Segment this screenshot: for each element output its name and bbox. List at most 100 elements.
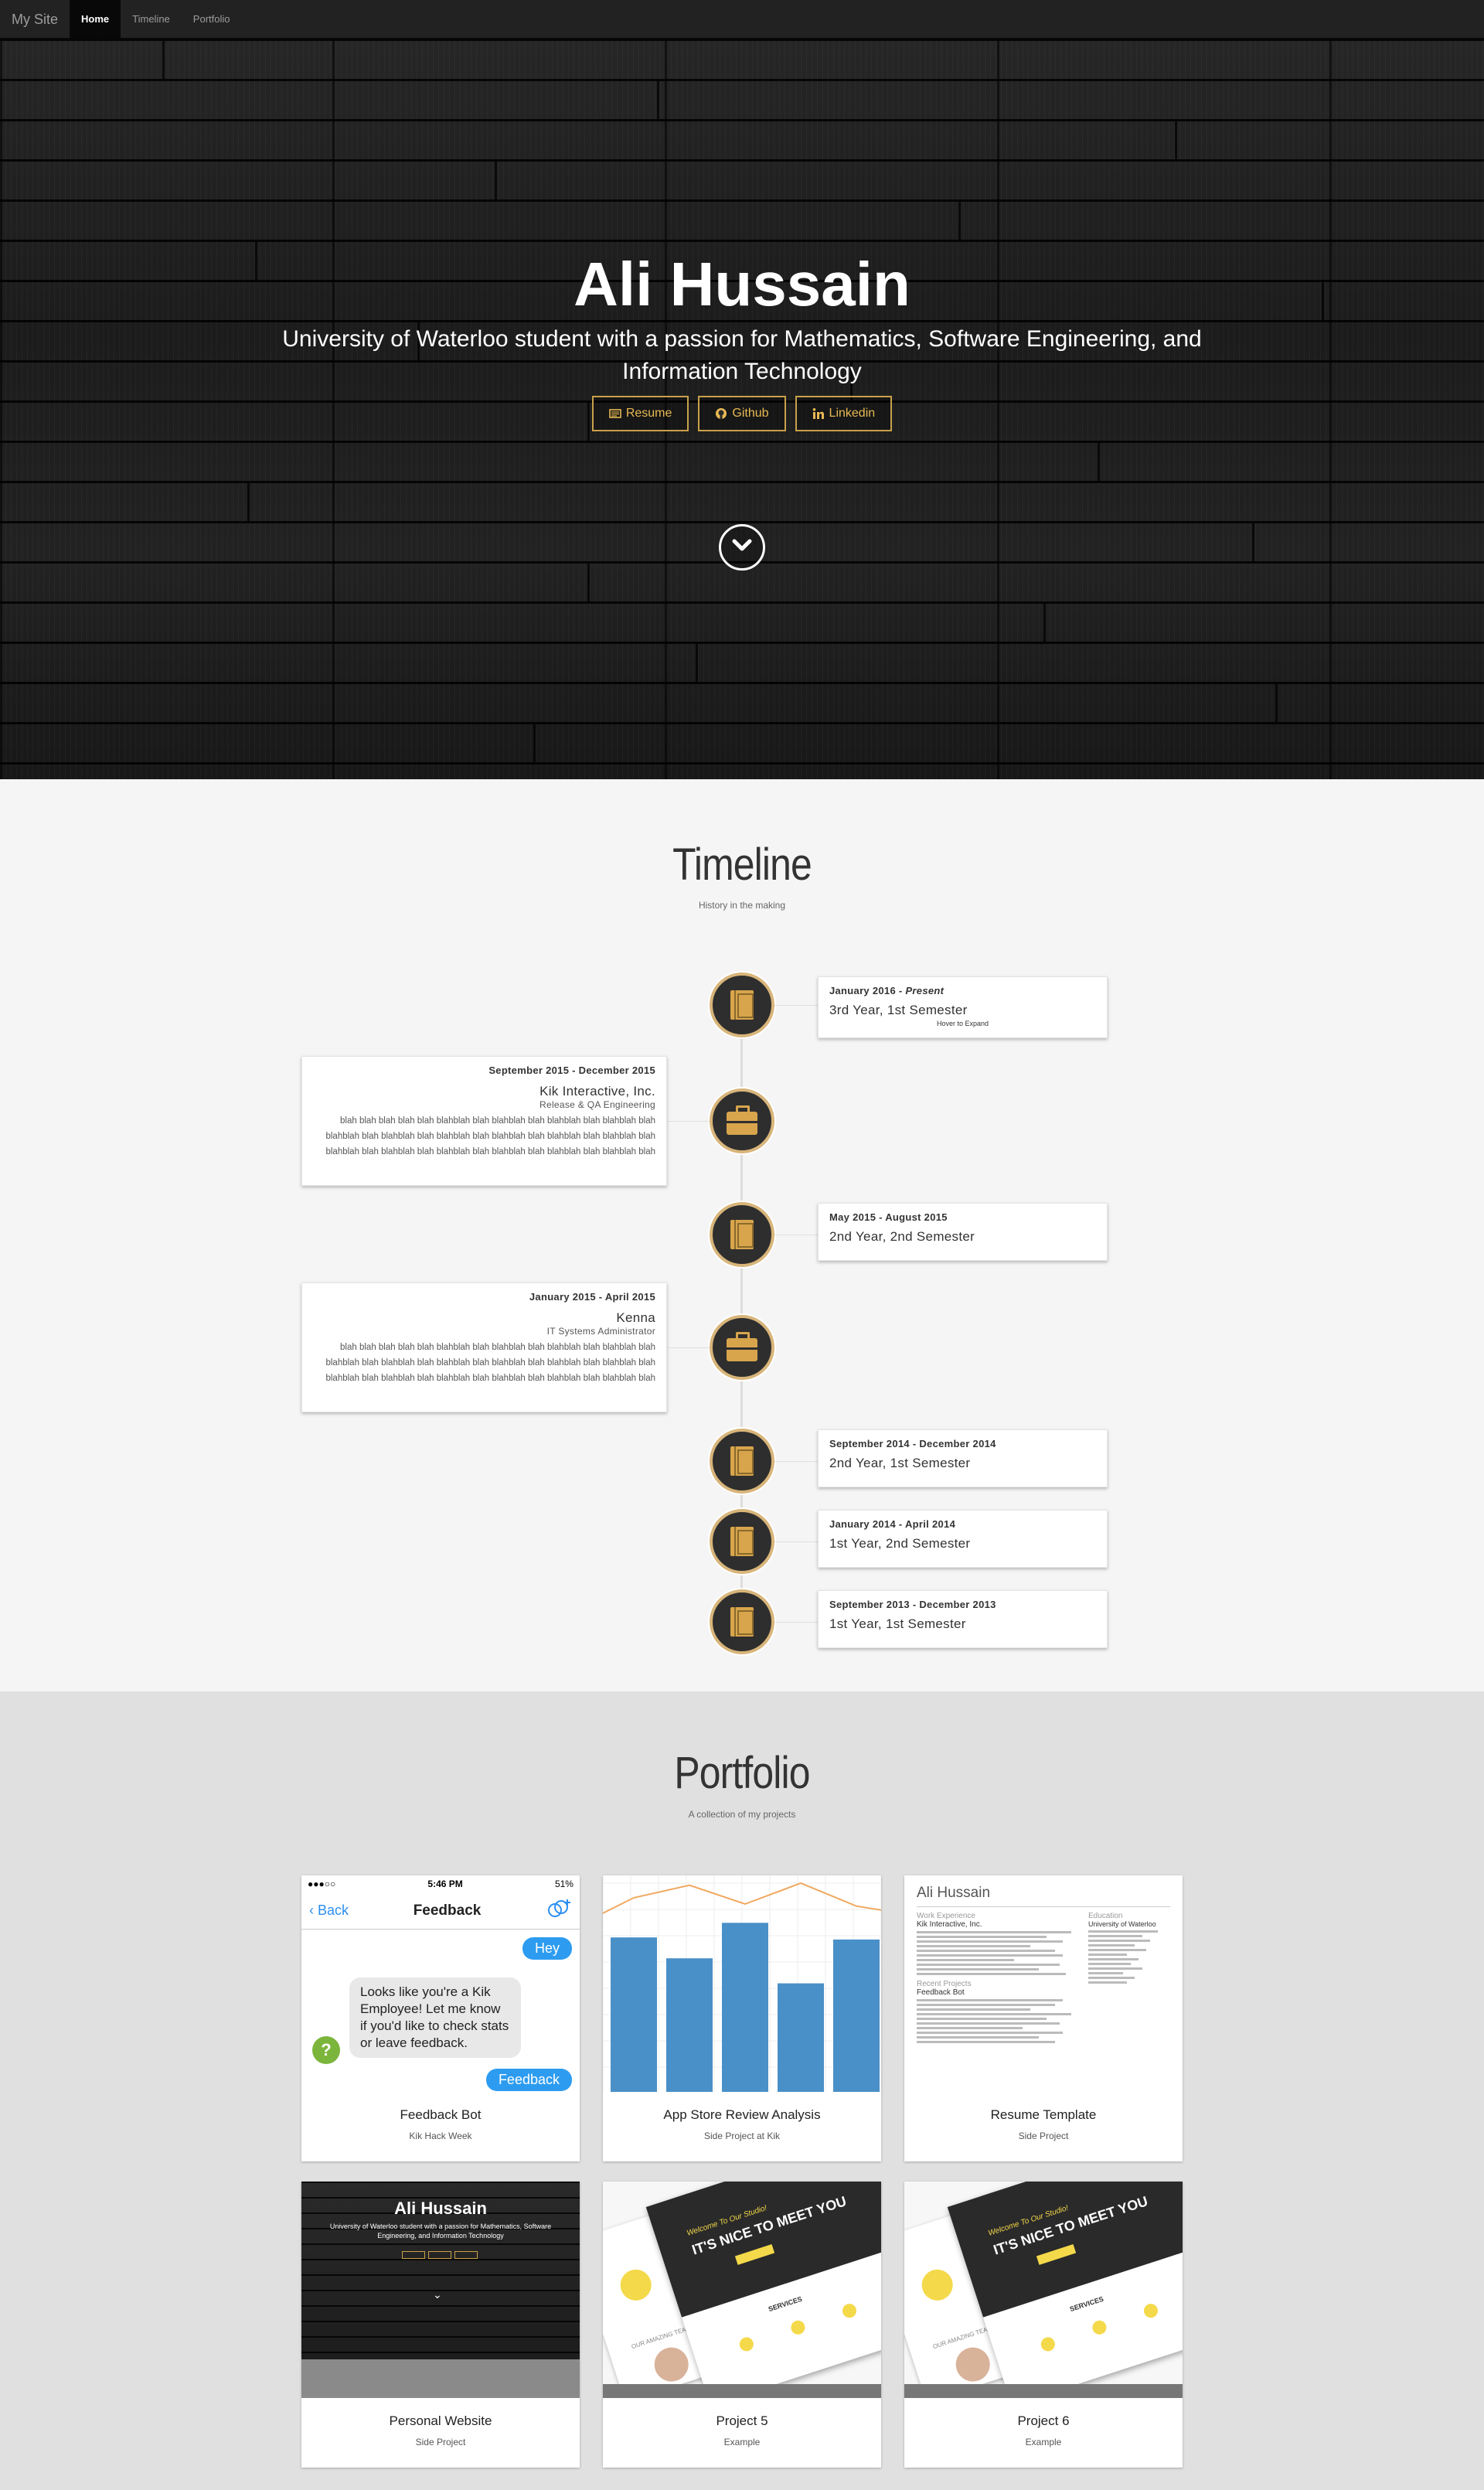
battery-indicator: 51% <box>554 1879 574 1889</box>
linkedin-button[interactable]: Linkedin <box>795 396 893 431</box>
wood-seam <box>1252 523 1254 561</box>
timeline-heading: 1st Year, 1st Semester <box>829 1616 966 1631</box>
back-button: ‹ Back <box>309 1902 349 1918</box>
resume-section-heading: Recent Projects <box>917 1980 972 1988</box>
add-user-icon <box>546 1898 572 1923</box>
wood-seam <box>587 564 590 601</box>
timeline-node <box>710 972 774 1037</box>
timeline-node <box>710 1202 774 1267</box>
project-subtitle: Kik Hack Week <box>409 2131 472 2141</box>
site-buttons <box>402 2251 478 2259</box>
hero-section: Ali Hussain University of Waterloo stude… <box>0 39 1484 779</box>
wood-seam <box>533 724 536 762</box>
timeline-card[interactable]: September 2015 - December 2015 Kik Inter… <box>301 1056 667 1186</box>
divider <box>917 1906 1170 1907</box>
chat-header: ‹ Back Feedback <box>301 1892 580 1930</box>
timeline-card[interactable]: January 2016 - Present 3rd Year, 1st Sem… <box>818 976 1108 1038</box>
project-subtitle: Example <box>723 2437 761 2447</box>
status-time: 5:46 PM <box>427 1879 463 1889</box>
nav-item-timeline[interactable]: Timeline <box>121 0 182 39</box>
timeline-connector <box>774 1461 818 1462</box>
message-bubble-sent: Feedback <box>485 2069 572 2091</box>
portfolio-card[interactable]: Ali Hussain Work Experience Kik Interact… <box>904 1875 1183 2161</box>
bar-chart <box>603 1875 881 2092</box>
chart-bar <box>666 1958 713 2092</box>
project-title: Resume Template <box>990 2107 1097 2122</box>
nav-item-portfolio[interactable]: Portfolio <box>182 0 242 39</box>
timeline-connector <box>774 1005 818 1006</box>
timeline-connector <box>774 1622 818 1623</box>
wood-seam <box>1098 443 1100 481</box>
portfolio-card[interactable]: OUR AMAZING TEAM Welcome To Our Studio! … <box>904 2182 1183 2468</box>
project-title: Project 5 <box>716 2413 768 2428</box>
wood-seam <box>657 81 659 119</box>
hero-buttons: Resume Github Linkedin <box>0 396 1484 431</box>
resume-button[interactable]: Resume <box>591 396 689 431</box>
site-subtitle: University of Waterloo student with a pa… <box>329 2223 552 2240</box>
timeline-section: Timeline History in the making January 2… <box>0 779 1484 1691</box>
portfolio-card[interactable]: App Store Review Analysis Side Project a… <box>603 1875 881 2161</box>
timeline-card[interactable]: May 2015 - August 2015 2nd Year, 2nd Sem… <box>818 1203 1108 1261</box>
book-icon <box>730 1527 754 1556</box>
linkedin-button-label: Linkedin <box>829 407 876 420</box>
github-button[interactable]: Github <box>698 396 786 431</box>
briefcase-icon <box>727 1332 757 1361</box>
project-subtitle: Side Project <box>1018 2131 1069 2141</box>
book-icon <box>730 990 754 1020</box>
wood-seam <box>247 483 250 521</box>
resume-company: Kik Interactive, Inc. <box>917 1920 982 1929</box>
timeline-node <box>710 1509 774 1574</box>
timeline-node <box>710 1315 774 1380</box>
timeline-date: January 2014 - April 2014 <box>829 1518 956 1530</box>
timeline-heading: 1st Year, 2nd Semester <box>829 1536 971 1551</box>
timeline-card[interactable]: January 2015 - April 2015 Kenna IT Syste… <box>301 1282 667 1412</box>
resume-name: Ali Hussain <box>917 1885 991 1901</box>
resume-school: University of Waterloo <box>1088 1920 1156 1928</box>
chart-bar <box>833 1939 880 2092</box>
project-mockup-thumbnail: OUR AMAZING TEAM Welcome To Our Studio! … <box>904 2182 1183 2398</box>
site-brand[interactable]: My Site <box>0 0 70 39</box>
wood-seam <box>1275 684 1278 722</box>
timeline-connector <box>667 1121 710 1122</box>
project-subtitle: Side Project <box>415 2437 466 2447</box>
project-title: Feedback Bot <box>400 2107 482 2122</box>
timeline-heading: Kik Interactive, Inc. <box>539 1084 655 1099</box>
timeline-date: September 2014 - December 2014 <box>829 1438 996 1449</box>
feedback-bot-thumbnail: ●●●○○ 5:46 PM 51% ‹ Back Feedback Hey Lo… <box>301 1875 580 2092</box>
github-icon <box>715 407 727 420</box>
signal-indicator: ●●●○○ <box>308 1879 336 1889</box>
timeline-description: blah blah blah blah blah blahblah blah b… <box>325 1116 655 1156</box>
portfolio-card[interactable]: OUR AMAZING TEAM Welcome To Our Studio! … <box>603 2182 881 2468</box>
wood-seam <box>1043 604 1046 642</box>
resume-thumbnail: Ali Hussain Work Experience Kik Interact… <box>904 1875 1183 2092</box>
chart-bar <box>611 1937 657 2092</box>
timeline-heading: 3rd Year, 1st Semester <box>829 1003 968 1017</box>
github-button-label: Github <box>732 407 769 420</box>
timeline-node <box>710 1088 774 1153</box>
hover-hint: Hover to Expand <box>936 1020 989 1027</box>
timeline-card[interactable]: September 2014 - December 2014 2nd Year,… <box>818 1429 1108 1487</box>
phone-status-bar: ●●●○○ 5:46 PM 51% <box>301 1875 580 1892</box>
hero-subtitle: University of Waterloo student with a pa… <box>282 326 1202 384</box>
timeline-heading: Kenna <box>616 1310 655 1325</box>
nav-item-home[interactable]: Home <box>70 0 121 39</box>
scroll-down-button[interactable] <box>719 524 765 571</box>
chat-title: Feedback <box>413 1902 482 1919</box>
timeline-card[interactable]: January 2014 - April 2014 1st Year, 2nd … <box>818 1510 1108 1568</box>
timeline-heading: 2nd Year, 2nd Semester <box>829 1229 975 1244</box>
timeline-role: Release & QA Engineering <box>539 1099 655 1110</box>
chart-thumbnail <box>603 1875 881 2092</box>
portfolio-card[interactable]: ●●●○○ 5:46 PM 51% ‹ Back Feedback Hey Lo… <box>301 1875 580 2161</box>
portfolio-subtitle: A collection of my projects <box>688 1809 796 1820</box>
wood-seam <box>495 162 497 199</box>
timeline-card[interactable]: September 2013 - December 2013 1st Year,… <box>818 1590 1108 1648</box>
chevron-down-icon <box>731 538 753 557</box>
wood-seam <box>1175 121 1177 159</box>
project-subtitle: Example <box>1025 2437 1062 2447</box>
timeline-node <box>710 1429 774 1494</box>
linkedin-icon <box>812 407 825 420</box>
resume-section-heading: Education <box>1088 1912 1123 1920</box>
thumbnail-footer <box>904 2384 1183 2398</box>
timeline-date: September 2013 - December 2013 <box>829 1599 996 1610</box>
portfolio-card[interactable]: Ali Hussain University of Waterloo stude… <box>301 2182 580 2468</box>
